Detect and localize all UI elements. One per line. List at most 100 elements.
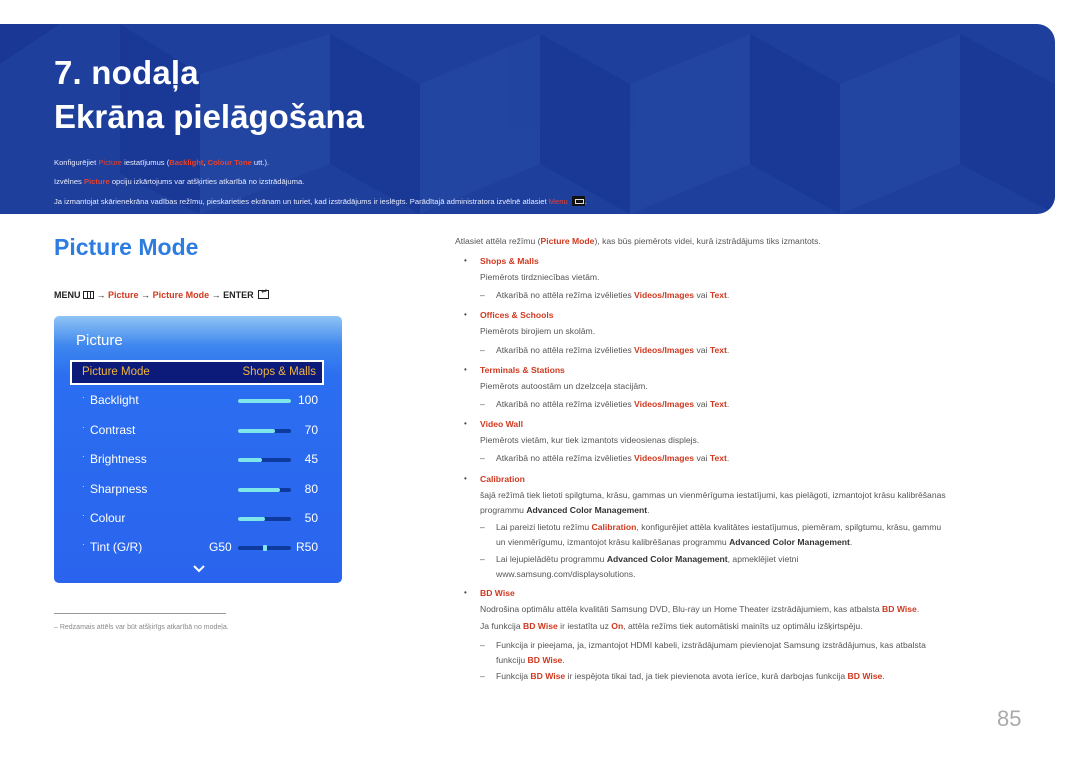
picture-osd-menu: Picture Picture Mode Shops & Malls · Bac… bbox=[54, 316, 342, 583]
osd-item-sharpness[interactable]: · Sharpness 80 bbox=[54, 482, 342, 502]
item-note: Atkarībā no attēla režīma izvēlieties Vi… bbox=[496, 290, 729, 300]
text: vai bbox=[694, 453, 710, 463]
dash-icon: – bbox=[480, 399, 485, 409]
videos-images-term: Videos/Images bbox=[634, 399, 695, 409]
osd-item-colour[interactable]: · Colour 50 bbox=[54, 511, 342, 531]
slider-track[interactable] bbox=[238, 488, 291, 492]
text: ir iespējota tikai tad, ja tiek pievieno… bbox=[565, 671, 848, 681]
text: . bbox=[726, 453, 730, 463]
colour-tone-link[interactable]: Colour Tone bbox=[208, 158, 252, 167]
dash-icon: – bbox=[480, 453, 485, 463]
slider-fill bbox=[238, 429, 276, 433]
item-note: funkciju BD Wise. bbox=[496, 655, 565, 665]
text: un vienmērīgumu, izmantojot krāsu kalibr… bbox=[496, 537, 730, 547]
text: Konfigurējiet bbox=[54, 158, 99, 167]
arrow: → bbox=[138, 290, 153, 300]
osd-item-value: 45 bbox=[304, 452, 318, 466]
text: . bbox=[882, 671, 885, 681]
text: . bbox=[562, 655, 565, 665]
chapter-title: Ekrāna pielāgošana bbox=[54, 98, 364, 135]
backlight-link[interactable]: Backlight bbox=[169, 158, 203, 167]
samsung-url[interactable]: www.samsung.com/displaysolutions. bbox=[496, 569, 635, 579]
enter-label: ENTER bbox=[223, 290, 254, 300]
text: . bbox=[726, 399, 730, 409]
osd-item-contrast[interactable]: · Contrast 70 bbox=[54, 423, 342, 443]
text: Nodrošina optimālu attēla kvalitāti Sams… bbox=[480, 604, 883, 614]
path-picture-mode-link[interactable]: Picture Mode bbox=[153, 290, 210, 300]
text: utt.). bbox=[251, 158, 270, 167]
osd-item-label: Brightness bbox=[90, 452, 147, 466]
item-note: Lai pareizi lietotu režīmu Calibration, … bbox=[496, 522, 941, 532]
text: ir iestatīta uz bbox=[557, 621, 612, 631]
chapter-number: 7. nodaļa bbox=[54, 54, 199, 91]
osd-item-label: Backlight bbox=[90, 393, 139, 407]
item-desc: Nodrošina optimālu attēla kvalitāti Sams… bbox=[480, 604, 919, 614]
slider-track[interactable] bbox=[238, 429, 291, 433]
calibration-term: Calibration bbox=[591, 522, 637, 532]
tint-slider-knob[interactable] bbox=[262, 545, 267, 551]
text: vai bbox=[694, 399, 710, 409]
chevron-down-icon[interactable] bbox=[192, 562, 206, 576]
videos-images-term: Videos/Images bbox=[634, 290, 695, 300]
slider-track[interactable] bbox=[238, 517, 291, 521]
acm-term: Advanced Color Management bbox=[729, 537, 850, 547]
item-note: un vienmērīgumu, izmantojot krāsu kalibr… bbox=[496, 537, 852, 547]
section-title: Picture Mode bbox=[54, 234, 199, 260]
text: iestatījumus ( bbox=[121, 158, 170, 167]
bullet-icon: • bbox=[464, 365, 467, 374]
picture-link[interactable]: Picture bbox=[98, 158, 122, 167]
text: Atkarībā no attēla režīma izvēlieties bbox=[496, 399, 635, 409]
item-title-calibration: Calibration bbox=[480, 474, 525, 484]
path-picture-link[interactable]: Picture bbox=[108, 290, 139, 300]
item-note: Atkarībā no attēla režīma izvēlieties Vi… bbox=[496, 399, 729, 409]
osd-item-value: 70 bbox=[304, 423, 318, 437]
slider-track[interactable] bbox=[238, 399, 291, 403]
item-title-offices-schools: Offices & Schools bbox=[480, 310, 554, 320]
bd-wise-term: BD Wise bbox=[847, 671, 883, 681]
banner-line-1: Konfigurējiet Picture iestatījumus (Back… bbox=[54, 158, 269, 167]
osd-item-label: Contrast bbox=[90, 423, 136, 437]
arrow: → bbox=[94, 290, 109, 300]
dash-icon: – bbox=[480, 522, 485, 532]
text: . bbox=[916, 604, 920, 614]
banner-line-3: Ja izmantojat skārienekrāna vadības režī… bbox=[54, 196, 587, 206]
on-term: On bbox=[611, 621, 624, 631]
acm-term: Advanced Color Management bbox=[606, 554, 728, 564]
osd-item-value: 50 bbox=[304, 511, 318, 525]
text: Lai pareizi lietotu režīmu bbox=[496, 522, 592, 532]
menu-link[interactable]: Menu bbox=[549, 197, 568, 206]
text: Ja izmantojat skārienekrāna vadības režī… bbox=[54, 197, 549, 206]
bd-wise-term: BD Wise bbox=[530, 671, 566, 681]
item-desc: Piemērots autoostām un dzelzceļa stacijā… bbox=[480, 381, 648, 391]
item-note: Lai lejupielādētu programmu Advanced Col… bbox=[496, 554, 798, 564]
item-desc: Piemērots birojiem un skolām. bbox=[480, 326, 596, 336]
text: Izvēlnes bbox=[54, 177, 84, 186]
dot: · bbox=[82, 482, 85, 491]
osd-item-value: Shops & Malls bbox=[242, 366, 316, 378]
dot: · bbox=[82, 511, 85, 520]
tint-slider-track[interactable] bbox=[238, 545, 291, 551]
text: . bbox=[849, 537, 853, 547]
footnote-divider bbox=[54, 613, 226, 614]
osd-item-picture-mode[interactable]: Picture Mode Shops & Malls bbox=[70, 360, 324, 385]
tint-red-value: R50 bbox=[295, 540, 318, 554]
bullet-icon: • bbox=[464, 588, 467, 597]
picture-mode-term: Picture Mode bbox=[540, 236, 595, 246]
picture-link[interactable]: Picture bbox=[84, 177, 110, 186]
bd-wise-term: BD Wise bbox=[523, 621, 558, 631]
osd-item-brightness[interactable]: · Brightness 45 bbox=[54, 452, 342, 472]
item-note: Funkcija BD Wise ir iespējota tikai tad,… bbox=[496, 671, 885, 681]
osd-item-label: Picture Mode bbox=[82, 366, 150, 378]
slider-track[interactable] bbox=[238, 458, 291, 462]
osd-item-tint[interactable]: · Tint (G/R) G50 R50 bbox=[54, 540, 342, 560]
text: . bbox=[647, 505, 650, 515]
banner-line-2: Izvēlnes Picture opciju izkārtojums var … bbox=[54, 177, 304, 186]
osd-item-backlight[interactable]: · Backlight 100 bbox=[54, 393, 342, 413]
slider-fill bbox=[238, 517, 265, 521]
dot: · bbox=[82, 452, 85, 461]
text: . bbox=[584, 197, 587, 206]
text: , attēla režīms tiek automātiski mainīts… bbox=[623, 621, 863, 631]
intro-text: Atlasiet attēla režīmu (Picture Mode), k… bbox=[455, 236, 821, 246]
osd-item-value: 80 bbox=[304, 482, 318, 496]
text: Funkcija bbox=[496, 671, 531, 681]
